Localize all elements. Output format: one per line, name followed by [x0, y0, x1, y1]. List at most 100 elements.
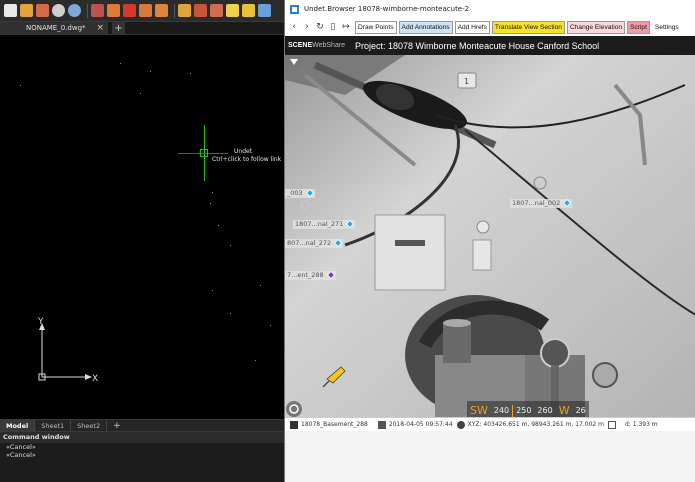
compass-strip[interactable]: SW 240 250 260 W 26 — [467, 401, 589, 417]
point-dot — [212, 192, 213, 193]
copy-icon[interactable] — [607, 420, 616, 429]
mesh-icon[interactable] — [194, 4, 207, 17]
add-sheet-button[interactable]: + — [107, 420, 127, 431]
browser-bottom-area — [285, 431, 695, 482]
crosshair-pickbox — [200, 149, 208, 157]
measure-icon[interactable] — [226, 4, 239, 17]
scan-tag[interactable]: 807...nal_272 — [285, 238, 344, 248]
settings-button[interactable]: Settings — [652, 21, 682, 34]
scan-name: 18078_Basement_288 — [301, 421, 368, 428]
calendar-icon — [377, 420, 386, 429]
open-icon[interactable] — [20, 4, 33, 17]
properties-icon[interactable] — [155, 4, 168, 17]
script-button[interactable]: Script — [627, 20, 650, 34]
blocks-icon[interactable] — [210, 4, 223, 17]
tab-model[interactable]: Model — [0, 420, 36, 431]
save-icon[interactable] — [36, 4, 49, 17]
compass-tick: 260 — [537, 406, 553, 415]
compass-heading-sw: SW — [470, 404, 488, 417]
exit-icon[interactable]: ↦ — [340, 21, 352, 33]
tab-sheet1[interactable]: Sheet1 — [35, 420, 72, 431]
redo-icon[interactable] — [68, 4, 81, 17]
hover-tooltip-title: Undet — [234, 148, 253, 155]
scan-status-bar: 18078_Basement_288 2018-04-05 09:57:44 X… — [285, 417, 695, 431]
point-dot — [230, 245, 231, 246]
annotation-bubble-number: 1 — [464, 77, 469, 86]
paint-icon[interactable] — [178, 4, 191, 17]
chart-icon[interactable] — [258, 4, 271, 17]
scan-tag[interactable]: 1807...nal_271 — [293, 219, 356, 229]
browser-window-title: Undet.Browser 18078-wimborne-monteacute-… — [304, 5, 470, 13]
project-header: SCENEWebShare Project: 18078 Wimborne Mo… — [285, 36, 695, 55]
scan-tag-label: _003 — [287, 189, 303, 197]
command-history-line: «Cancel» — [6, 443, 36, 451]
cloud-icon[interactable] — [107, 4, 120, 17]
scene-webshare-logo: SCENEWebShare — [285, 42, 355, 49]
change-elevation-button[interactable]: Change Elevation — [566, 20, 626, 34]
logo-webshare-text: WebShare — [312, 42, 346, 49]
browser-titlebar: Undet.Browser 18078-wimborne-monteacute-… — [285, 0, 695, 18]
point-dot — [230, 313, 231, 314]
document-tabbar: NONAME_0.dwg* × + — [0, 22, 284, 35]
point-dot — [270, 325, 271, 326]
ucs-x-label: X — [92, 374, 98, 384]
point-dot — [260, 285, 261, 286]
point-dot — [140, 93, 141, 94]
point-dot — [212, 290, 213, 291]
diamond-icon — [305, 188, 314, 198]
back-icon[interactable]: ‹ — [288, 21, 300, 33]
cad-toolbar — [0, 0, 284, 22]
point-dot — [255, 360, 256, 361]
scan-icon — [290, 420, 298, 429]
scan-tag[interactable]: _003 — [285, 188, 315, 198]
tab-sheet2[interactable]: Sheet2 — [71, 420, 108, 431]
point-dot — [120, 63, 121, 64]
command-history-line: «Cancel» — [6, 451, 36, 459]
pin-icon — [456, 420, 465, 429]
measure-distance: d: 1.393 m — [624, 421, 658, 428]
drawing-canvas[interactable]: Undet Ctrl+click to follow link Y X — [0, 35, 284, 419]
add-hrefs-button[interactable]: Add Hrefs — [454, 20, 490, 34]
new-tab-button[interactable]: + — [112, 22, 125, 34]
new-file-icon[interactable] — [4, 4, 17, 17]
panorama-image: 1 — [285, 55, 695, 417]
logo-scene-text: SCENE — [288, 42, 313, 49]
refresh-icon[interactable]: ↻ — [314, 21, 326, 33]
document-tab[interactable]: NONAME_0.dwg* × — [0, 22, 108, 34]
scan-tag-label: 1807...nal_002 — [512, 199, 561, 207]
scan-tag[interactable]: 7...ent_288 — [285, 270, 336, 280]
undet-browser-window: Undet.Browser 18078-wimborne-monteacute-… — [284, 0, 695, 482]
toolbar-separator — [87, 3, 88, 18]
point-dot — [218, 225, 219, 226]
scan-datetime: 2018-04-05 09:57:44 — [388, 421, 453, 428]
cloud-red-icon[interactable] — [123, 4, 136, 17]
translate-view-section-button[interactable]: Translate View Section — [491, 20, 565, 34]
toolbar-separator — [174, 3, 175, 18]
scan-tag-label: 807...nal_272 — [287, 239, 332, 247]
triangle-icon[interactable] — [242, 4, 255, 17]
forward-icon[interactable]: › — [301, 21, 313, 33]
command-window[interactable]: Command window «Cancel» «Cancel» — [0, 431, 284, 482]
layers-icon[interactable] — [139, 4, 152, 17]
undo-icon[interactable] — [52, 4, 65, 17]
project-title: Project: 18078 Wimborne Monteacute House… — [355, 40, 600, 51]
point-dot — [190, 73, 191, 74]
scan-coordinates: XYZ: 403426.651 m, 98943.261 m, 17.002 m — [467, 421, 604, 428]
command-window-title: Command window — [0, 432, 284, 443]
compass-tick: 26 — [575, 406, 586, 415]
browser-toolbar: ‹ › ↻ ▯ ↦ Draw Points Add Annotations Ad… — [285, 18, 695, 36]
diamond-icon — [563, 198, 572, 208]
point-dot — [150, 71, 151, 72]
draw-points-button[interactable]: Draw Points — [355, 20, 397, 34]
arc-icon[interactable] — [91, 4, 104, 17]
add-annotations-button[interactable]: Add Annotations — [398, 20, 453, 34]
layout-tabs: Model Sheet1 Sheet2 + — [0, 419, 284, 431]
page-icon[interactable]: ▯ — [327, 21, 339, 33]
close-icon[interactable]: × — [96, 22, 104, 35]
hover-tooltip-hint: Ctrl+click to follow link — [212, 156, 282, 163]
document-tab-label: NONAME_0.dwg* — [26, 24, 86, 32]
panorama-scan-view[interactable]: 1 _003 1807...nal_271 807...nal_272 7...… — [285, 55, 695, 417]
compass-tick: 240 — [493, 406, 510, 415]
scan-tag[interactable]: 1807...nal_002 — [510, 198, 573, 208]
compass-tick: 250 — [512, 405, 534, 417]
